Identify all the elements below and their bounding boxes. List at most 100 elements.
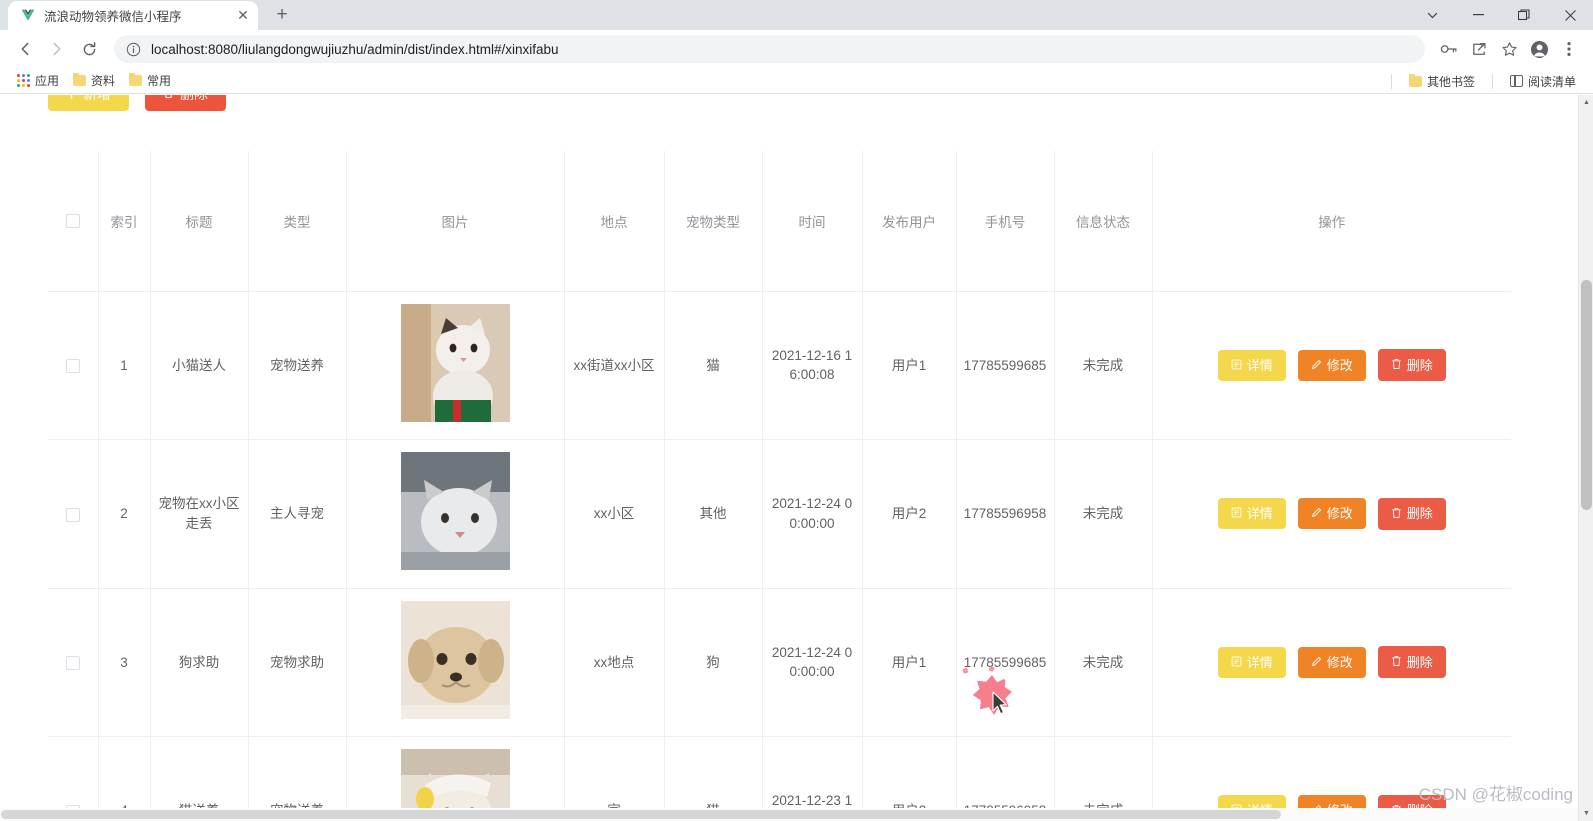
table-row[interactable]: 3 狗求助 宠物求助 xx地点 狗 2021-12-24 00:00:00 用户…	[48, 588, 1511, 738]
key-icon[interactable]	[1435, 35, 1463, 63]
pet-thumbnail[interactable]	[400, 600, 510, 719]
info-circle-icon[interactable]	[126, 42, 141, 57]
column-header-location: 地点	[564, 151, 665, 292]
other-bookmarks-button[interactable]: 其他书签	[1402, 71, 1482, 92]
cell-operations: 详情 修改	[1152, 291, 1511, 441]
delete-button[interactable]: 删除	[1377, 497, 1446, 530]
cell-status: 未完成	[1054, 291, 1153, 441]
horizontal-scrollbar-thumb[interactable]	[1, 810, 1281, 819]
detail-button[interactable]: 详情	[1217, 646, 1286, 678]
apps-grid-icon	[17, 74, 30, 87]
row-checkbox[interactable]	[65, 656, 80, 671]
cell-time: 2021-12-24 00:00:00	[762, 439, 863, 589]
reload-icon[interactable]	[74, 34, 104, 64]
row-select-cell	[48, 439, 99, 589]
cell-status: 未完成	[1054, 439, 1153, 589]
plus-icon	[66, 95, 77, 101]
cell-title: 狗求助	[150, 588, 249, 738]
browser-toolbar: localhost:8080/liulangdongwujiuzhu/admin…	[0, 30, 1593, 68]
new-tab-button[interactable]: +	[268, 1, 296, 29]
address-bar[interactable]: localhost:8080/liulangdongwujiuzhu/admin…	[114, 35, 1425, 63]
delete-button[interactable]: 删除	[1377, 349, 1446, 382]
bookmark-item-ziliao[interactable]: 资料	[66, 70, 122, 91]
pet-thumbnail[interactable]	[400, 452, 510, 571]
cell-user: 用户2	[862, 439, 957, 589]
cell-phone: 17785599685	[956, 291, 1055, 441]
data-table-container: 索引 标题 类型 图片 地点 宠物类型 时间 发布用户 手机号 信息状态 操作	[48, 151, 1511, 821]
back-icon[interactable]	[10, 34, 40, 64]
reading-list-label: 阅读清单	[1527, 74, 1576, 89]
edit-button[interactable]: 修改	[1297, 498, 1366, 530]
document-icon	[1231, 359, 1242, 372]
row-checkbox[interactable]	[65, 358, 80, 373]
column-header-operations: 操作	[1152, 151, 1511, 292]
delete-button[interactable]: 删除	[1377, 646, 1446, 679]
cell-user: 用户1	[862, 588, 957, 738]
detail-button[interactable]: 详情	[1217, 349, 1286, 381]
scroll-up-icon[interactable]: ▲	[1579, 95, 1593, 110]
detail-button[interactable]: 详情	[1217, 498, 1286, 530]
cell-title: 小猫送人	[150, 291, 249, 441]
detail-button-label: 详情	[1246, 506, 1273, 522]
bookmark-item-label: 常用	[147, 74, 172, 88]
pet-thumbnail[interactable]	[400, 303, 510, 422]
share-icon[interactable]	[1465, 35, 1493, 63]
column-header-title: 标题	[150, 151, 249, 292]
bookmark-item-changyong[interactable]: 常用	[122, 70, 178, 91]
add-button[interactable]: 新增	[48, 95, 129, 111]
trash-icon	[163, 95, 174, 101]
cell-title: 宠物在xx小区走丢	[150, 439, 249, 589]
cell-operations: 详情 修改	[1152, 439, 1511, 589]
cell-status: 未完成	[1054, 588, 1153, 738]
edit-button[interactable]: 修改	[1297, 349, 1366, 381]
window-controls	[1409, 0, 1593, 30]
maximize-restore-icon[interactable]	[1501, 0, 1547, 30]
row-checkbox[interactable]	[65, 507, 80, 522]
cell-image[interactable]	[346, 439, 565, 589]
horizontal-scrollbar[interactable]	[0, 808, 1578, 821]
column-header-status: 信息状态	[1054, 151, 1153, 292]
close-icon[interactable]: ✕	[234, 7, 252, 25]
row-operations: 详情 修改	[1159, 646, 1506, 679]
profile-avatar-icon[interactable]	[1525, 35, 1553, 63]
cell-location: xx小区	[564, 439, 665, 589]
select-all-checkbox[interactable]	[65, 214, 80, 229]
admin-page: 新增 删除	[0, 95, 1570, 821]
bookmarks-bar-right: 其他书签 阅读清单	[1385, 68, 1583, 94]
minimize-icon[interactable]	[1455, 0, 1501, 30]
vertical-scrollbar[interactable]: ▲ ▼	[1578, 95, 1593, 821]
pencil-icon	[1311, 656, 1322, 669]
edit-button-label: 修改	[1326, 506, 1353, 522]
page-viewport: 新增 删除	[0, 95, 1593, 821]
select-all-header	[48, 151, 99, 292]
cell-image[interactable]	[346, 291, 565, 441]
table-action-bar: 新增 删除	[48, 95, 226, 111]
info-publish-table: 索引 标题 类型 图片 地点 宠物类型 时间 发布用户 手机号 信息状态 操作	[48, 151, 1511, 821]
bookmark-apps[interactable]: 应用	[10, 70, 66, 91]
chevron-down-icon[interactable]	[1409, 0, 1455, 30]
bookmark-apps-label: 应用	[35, 74, 60, 88]
three-dot-menu-icon[interactable]	[1555, 35, 1583, 63]
folder-icon	[73, 73, 87, 86]
batch-delete-button[interactable]: 删除	[145, 95, 226, 111]
scroll-down-icon[interactable]: ▼	[1579, 806, 1593, 821]
table-row[interactable]: 1 小猫送人 宠物送养 xx街道xx小区 猫 2021-12-16 16:00:…	[48, 291, 1511, 441]
edit-button[interactable]: 修改	[1297, 646, 1366, 678]
vertical-scrollbar-thumb[interactable]	[1581, 280, 1592, 510]
cell-image[interactable]	[346, 588, 565, 738]
cell-time: 2021-12-24 00:00:00	[762, 588, 863, 738]
cell-pet-type: 狗	[664, 588, 763, 738]
cell-index: 2	[98, 439, 151, 589]
forward-icon[interactable]	[42, 34, 72, 64]
table-row[interactable]: 2 宠物在xx小区走丢 主人寻宠 xx小区 其他 2021-12-24 00:0…	[48, 439, 1511, 589]
column-header-index: 索引	[98, 151, 151, 292]
browser-tab[interactable]: 流浪动物领养微信小程序 ✕	[8, 1, 258, 30]
row-select-cell	[48, 291, 99, 441]
star-icon[interactable]	[1495, 35, 1523, 63]
window-close-icon[interactable]	[1547, 0, 1593, 30]
trash-icon	[1391, 358, 1402, 372]
row-select-cell	[48, 588, 99, 738]
pencil-icon	[1311, 359, 1322, 372]
reading-list-button[interactable]: 阅读清单	[1503, 71, 1583, 92]
browser-window: 流浪动物领养微信小程序 ✕ + localhost:8080/liulangdo…	[0, 0, 1593, 821]
